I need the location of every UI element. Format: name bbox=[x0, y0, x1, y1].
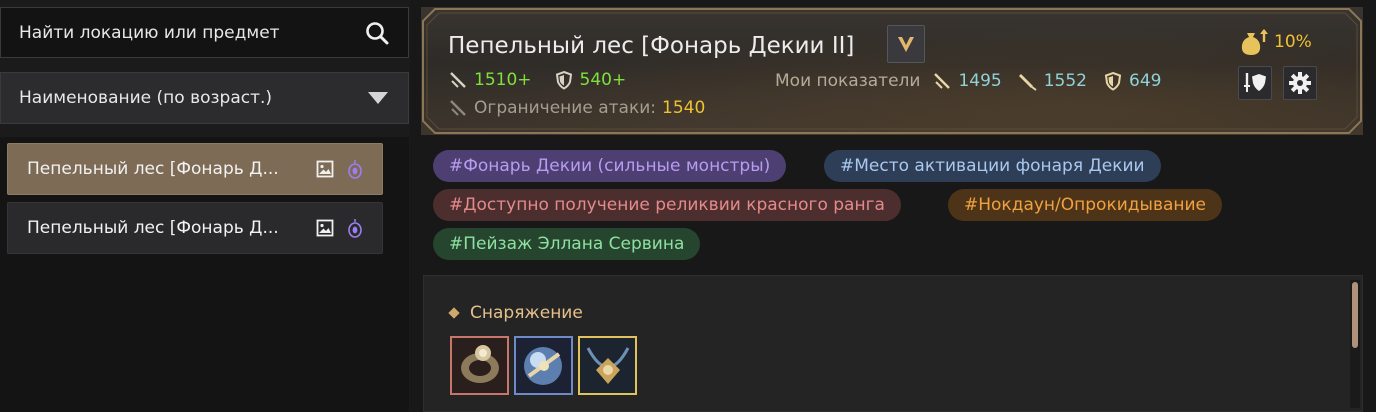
location-header: Пепельный лес [Фонарь Декии II] 1510+ 54… bbox=[421, 7, 1363, 135]
page-title: Пепельный лес [Фонарь Декии II] bbox=[448, 33, 855, 59]
ring-item-icon bbox=[450, 336, 509, 395]
section-header: Снаряжение bbox=[448, 303, 583, 323]
equipment-compare-button[interactable] bbox=[1238, 66, 1272, 100]
tag-chip[interactable]: #Нокдаун/Опрокидывание bbox=[948, 189, 1223, 221]
awakening-sword-icon bbox=[1018, 74, 1037, 91]
details-panel: Снаряжение bbox=[423, 275, 1363, 412]
sort-label: Наименование (по возраст.) bbox=[19, 88, 273, 108]
search-input[interactable]: Найти локацию или предмет bbox=[0, 7, 409, 58]
chevron-down-icon bbox=[898, 37, 914, 52]
tag-chip[interactable]: #Доступно получение реликвии красного ра… bbox=[433, 189, 901, 221]
list-item[interactable]: Пепельный лес [Фонарь Д... bbox=[7, 202, 383, 254]
list-item-label: Пепельный лес [Фонарь Д... bbox=[27, 218, 279, 238]
loot-bonus-value: 10% bbox=[1274, 32, 1312, 52]
attack-requirement: 1510+ bbox=[474, 70, 532, 90]
lantern-icon bbox=[348, 160, 362, 179]
settings-button[interactable] bbox=[1283, 66, 1317, 100]
my-attack: 1495 bbox=[958, 71, 1002, 91]
list-item[interactable]: Пепельный лес [Фонарь Д... bbox=[7, 143, 383, 195]
image-icon bbox=[316, 160, 334, 178]
chevron-down-icon bbox=[368, 92, 388, 104]
my-stats-label: Мои показатели bbox=[775, 71, 921, 91]
equipment-item[interactable] bbox=[514, 336, 573, 395]
sword-shield-icon bbox=[1244, 73, 1266, 92]
sort-dropdown[interactable]: Наименование (по возраст.) bbox=[0, 72, 409, 124]
equipment-item[interactable] bbox=[450, 336, 509, 395]
attack-limit: Ограничение атаки: 1540 bbox=[448, 98, 705, 118]
lantern-icon bbox=[348, 219, 362, 238]
tag-chip[interactable]: #Фонарь Декии (сильные монстры) bbox=[433, 150, 787, 182]
image-icon bbox=[316, 219, 334, 237]
my-awakening-attack: 1552 bbox=[1043, 71, 1087, 91]
limit-label: Ограничение атаки: bbox=[474, 98, 656, 118]
shield-icon bbox=[1104, 71, 1122, 91]
tag-chip[interactable]: #Пейзаж Эллана Сервина bbox=[433, 228, 701, 260]
gear-icon bbox=[1289, 72, 1311, 94]
search-placeholder: Найти локацию или предмет bbox=[19, 22, 280, 43]
sword-icon bbox=[450, 72, 466, 88]
left-panel: Найти локацию или предмет Наименование (… bbox=[0, 0, 410, 412]
orb-item-icon bbox=[514, 336, 573, 395]
search-icon[interactable] bbox=[364, 20, 390, 46]
equipment-item[interactable] bbox=[578, 336, 637, 395]
limit-value: 1540 bbox=[662, 98, 706, 118]
location-list: Пепельный лес [Фонарь Д... Пепельный лес… bbox=[0, 137, 409, 412]
my-defense: 649 bbox=[1129, 71, 1162, 91]
scrollbar-thumb[interactable] bbox=[1352, 282, 1358, 348]
shield-icon bbox=[555, 70, 572, 90]
my-stats: Мои показатели 1495 1552 649 bbox=[775, 71, 1161, 91]
sword-limit-icon bbox=[450, 100, 466, 116]
required-stats: 1510+ 540+ bbox=[448, 70, 626, 90]
scrollbar[interactable] bbox=[1350, 280, 1360, 408]
tag-chip[interactable]: #Место активации фонаря Декии bbox=[824, 150, 1161, 182]
money-bag-icon bbox=[1241, 29, 1268, 55]
app-root: Найти локацию или предмет Наименование (… bbox=[0, 0, 1376, 412]
sword-icon bbox=[934, 73, 951, 89]
expand-button[interactable] bbox=[887, 25, 925, 63]
diamond-bullet-icon bbox=[448, 307, 460, 319]
necklace-item-icon bbox=[578, 336, 637, 395]
loot-bonus: 10% bbox=[1238, 27, 1312, 57]
section-title: Снаряжение bbox=[470, 303, 583, 323]
list-item-label: Пепельный лес [Фонарь Д... bbox=[27, 159, 279, 179]
defense-requirement: 540+ bbox=[579, 70, 627, 90]
